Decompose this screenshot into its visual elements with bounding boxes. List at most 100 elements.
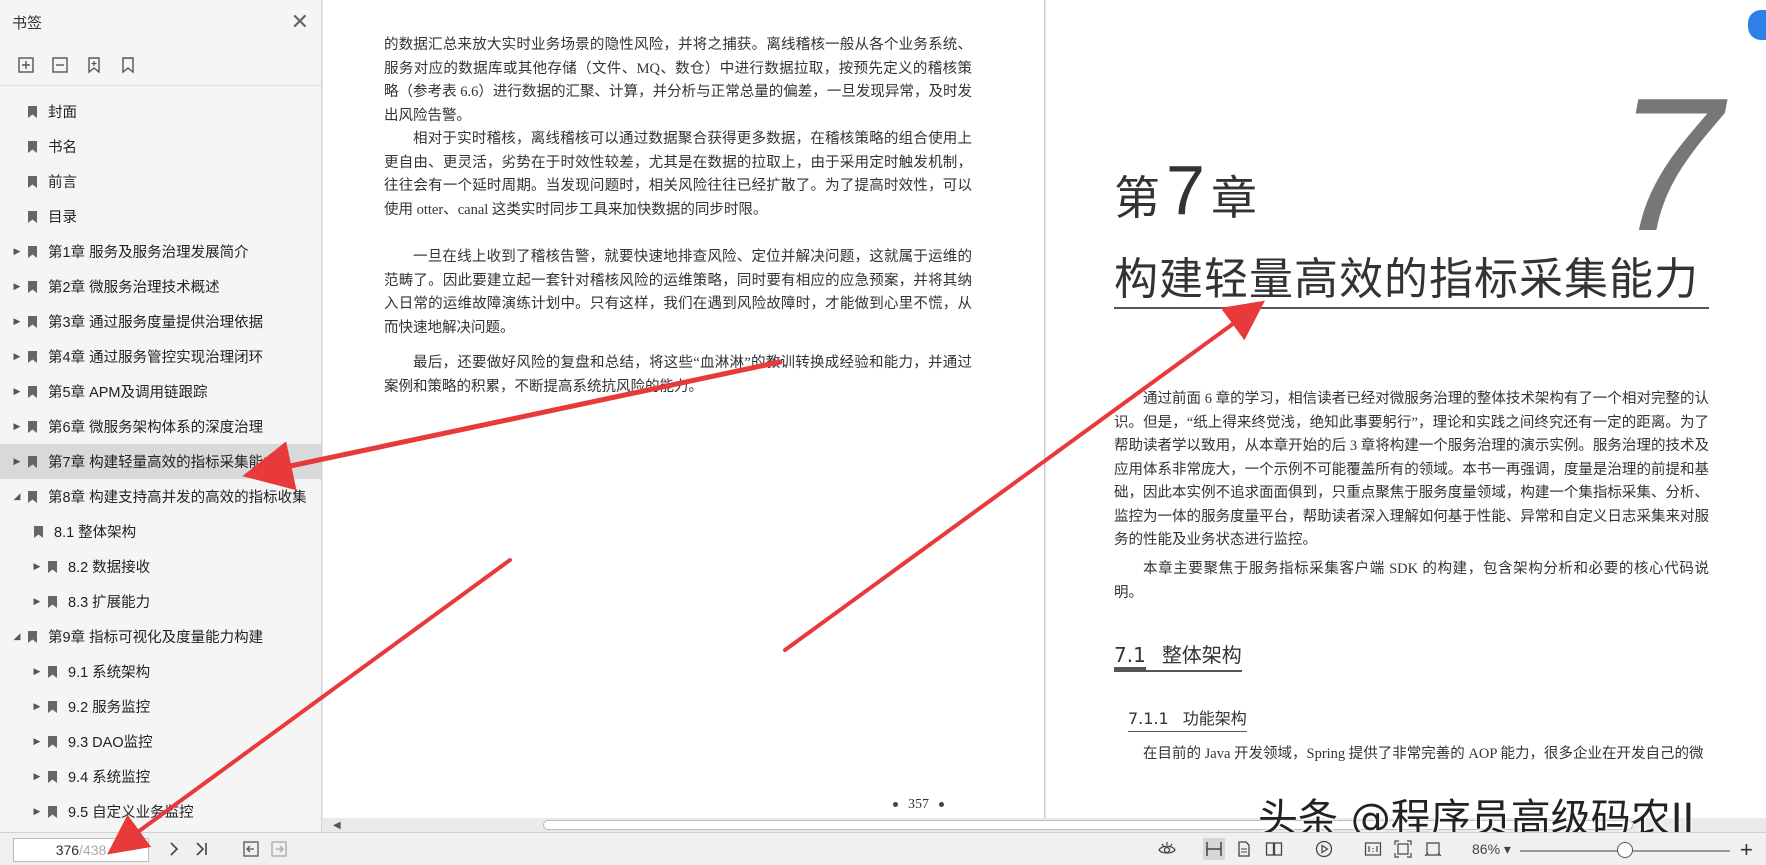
bookmark-label: 第2章 微服务治理技术概述 <box>48 280 220 296</box>
bookmark-label: 第3章 通过服务度量提供治理依据 <box>48 315 264 331</box>
bookmark-label: 第4章 通过服务管控实现治理闭环 <box>48 350 264 366</box>
forward-icon[interactable] <box>268 838 290 860</box>
add-bookmark-icon[interactable] <box>14 53 38 77</box>
bookmark-item[interactable]: 前言 <box>0 164 321 199</box>
actual-size-icon[interactable] <box>1362 838 1384 860</box>
expand-arrow-icon[interactable]: ▶ <box>30 736 44 747</box>
bookmark-item[interactable]: ▶ 8.2 数据接收 <box>0 549 321 584</box>
bookmark-flag-icon <box>44 804 60 820</box>
expand-arrow-icon[interactable]: ▶ <box>10 281 24 292</box>
two-page-icon[interactable] <box>1263 838 1285 860</box>
expand-arrow-icon[interactable]: ▶ <box>10 351 24 362</box>
bookmark-icon[interactable] <box>82 53 106 77</box>
expand-arrow-icon[interactable]: ▶ <box>10 316 24 327</box>
bookmark-item[interactable]: ◢ 第9章 指标可视化及度量能力构建 <box>0 619 321 654</box>
chapter-heading: 第7 章 <box>1114 151 1257 229</box>
bookmark-flag-icon <box>44 664 60 680</box>
paragraph: 一旦在线上收到了稽核告警，就要快速地排查风险、定位并解决问题，这就属于运维的范畴… <box>384 249 972 336</box>
bookmark-flag-icon <box>44 769 60 785</box>
collapse-arrow-icon[interactable]: ◢ <box>10 491 24 502</box>
bookmark-flag-icon <box>24 139 40 155</box>
bookmark-outline-icon[interactable] <box>116 53 140 77</box>
page-number-input[interactable]: 376/438 <box>13 838 149 862</box>
bookmark-label: 8.2 数据接收 <box>68 560 151 576</box>
continuous-scroll-icon[interactable] <box>1203 838 1225 860</box>
bookmark-label: 封面 <box>48 105 77 121</box>
bookmark-label: 8.3 扩展能力 <box>68 595 151 611</box>
bookmark-flag-icon <box>24 314 40 330</box>
bookmark-item[interactable]: ▶ 第2章 微服务治理技术概述 <box>0 269 321 304</box>
status-bar: 376/438 86% ▾ + <box>0 832 1766 865</box>
bookmark-item[interactable]: ▶ 第6章 微服务架构体系的深度治理 <box>0 409 321 444</box>
last-page-icon[interactable] <box>191 838 213 860</box>
bookmark-item[interactable]: 封面 <box>0 94 321 129</box>
paragraph: 本章主要聚焦于服务指标采集客户端 SDK 的构建，包含架构分析和必要的核心代码说… <box>1114 561 1709 601</box>
play-icon[interactable] <box>1313 838 1335 860</box>
document-view[interactable]: 的数据汇总来放大实时业务场景的隐性风险，并将之捕获。离线稽核一般从各个业务系统、… <box>323 0 1766 832</box>
bookmark-label: 9.2 服务监控 <box>68 700 151 716</box>
bookmark-flag-icon <box>44 594 60 610</box>
zoom-select[interactable]: 86% ▾ <box>1472 841 1511 858</box>
expand-arrow-icon[interactable]: ▶ <box>30 771 44 782</box>
bookmark-label: 目录 <box>48 210 77 226</box>
fit-width-icon[interactable] <box>1422 838 1444 860</box>
expand-arrow-icon[interactable]: ▶ <box>30 806 44 817</box>
bookmark-flag-icon <box>24 174 40 190</box>
bookmark-flag-icon <box>24 384 40 400</box>
page-number: 357 <box>883 797 954 813</box>
paragraph: 相对于实时稽核，离线稽核可以通过数据聚合获得更多数据，在稽核策略的组合使用上更自… <box>384 131 972 218</box>
next-page-icon[interactable] <box>163 838 185 860</box>
chapter-big-number: 7 <box>1616 59 1722 271</box>
close-icon[interactable]: ✕ <box>291 11 309 33</box>
bookmark-flag-icon <box>24 349 40 365</box>
floating-badge[interactable] <box>1748 10 1766 40</box>
collapse-arrow-icon[interactable]: ◢ <box>10 631 24 642</box>
expand-arrow-icon[interactable]: ▶ <box>10 386 24 397</box>
paragraph: 通过前面 6 章的学习，相信读者已经对微服务治理的整体技术架构有了一个相对完整的… <box>1114 391 1709 548</box>
expand-arrow-icon[interactable]: ▶ <box>10 456 24 467</box>
bookmark-list: 封面 书名 前言 目录 ▶ 第1章 服务及服务治理发展简介 ▶ 第2章 微服务治理技术概述 ▶ 第… <box>0 86 321 829</box>
bookmark-item[interactable]: ▶ 9.1 系统架构 <box>0 654 321 689</box>
bookmark-item[interactable]: 目录 <box>0 199 321 234</box>
expand-arrow-icon[interactable]: ▶ <box>30 666 44 677</box>
bookmark-item[interactable]: ▶ 8.3 扩展能力 <box>0 584 321 619</box>
bookmark-flag-icon <box>44 734 60 750</box>
bookmark-item[interactable]: ▶ 9.2 服务监控 <box>0 689 321 724</box>
eye-icon[interactable] <box>1156 838 1178 860</box>
bookmark-item[interactable]: 8.1 整体架构 <box>0 514 321 549</box>
bookmark-item[interactable]: 书名 <box>0 129 321 164</box>
bookmark-label: 9.5 自定义业务监控 <box>68 805 194 821</box>
zoom-in-icon[interactable]: + <box>1740 837 1753 863</box>
bookmark-flag-icon <box>24 629 40 645</box>
expand-arrow-icon[interactable]: ▶ <box>30 561 44 572</box>
bookmark-flag-icon <box>24 489 40 505</box>
bookmark-item[interactable]: ▶ 第4章 通过服务管控实现治理闭环 <box>0 339 321 374</box>
bookmark-toolbar <box>0 44 321 86</box>
bookmark-label: 前言 <box>48 175 77 191</box>
bookmark-item[interactable]: ▶ 第7章 构建轻量高效的指标采集能力 <box>0 444 321 479</box>
bookmark-item[interactable]: ▶ 第5章 APM及调用链跟踪 <box>0 374 321 409</box>
bookmark-item[interactable]: ◢ 第8章 构建支持高并发的高效的指标收集 <box>0 479 321 514</box>
bookmark-item[interactable]: ▶ 9.3 DAO监控 <box>0 724 321 759</box>
expand-arrow-icon[interactable]: ▶ <box>30 596 44 607</box>
back-icon[interactable] <box>240 838 262 860</box>
scroll-left-icon[interactable]: ◀ <box>333 820 341 831</box>
bookmark-item[interactable]: ▶ 9.4 系统监控 <box>0 759 321 794</box>
expand-arrow-icon[interactable]: ▶ <box>10 421 24 432</box>
zoom-slider-handle[interactable] <box>1617 842 1633 858</box>
single-page-icon[interactable] <box>1233 838 1255 860</box>
bookmark-flag-icon <box>44 559 60 575</box>
page-chapter-7: 7 第7 章 构建轻量高效的指标采集能力 通过前面 6 章的学习，相信读者已经对微… <box>1046 0 1766 818</box>
bookmark-flag-icon <box>24 244 40 260</box>
page-357: 的数据汇总来放大实时业务场景的隐性风险，并将之捕获。离线稽核一般从各个业务系统、… <box>323 0 1045 818</box>
bookmark-flag-icon <box>24 419 40 435</box>
bookmark-item[interactable]: ▶ 9.5 自定义业务监控 <box>0 794 321 829</box>
delete-bookmark-icon[interactable] <box>48 53 72 77</box>
bookmark-flag-icon <box>30 524 46 540</box>
bookmark-item[interactable]: ▶ 第3章 通过服务度量提供治理依据 <box>0 304 321 339</box>
chapter-divider <box>1114 307 1709 309</box>
bookmark-item[interactable]: ▶ 第1章 服务及服务治理发展简介 <box>0 234 321 269</box>
fit-page-icon[interactable] <box>1392 838 1414 860</box>
expand-arrow-icon[interactable]: ▶ <box>30 701 44 712</box>
expand-arrow-icon[interactable]: ▶ <box>10 246 24 257</box>
